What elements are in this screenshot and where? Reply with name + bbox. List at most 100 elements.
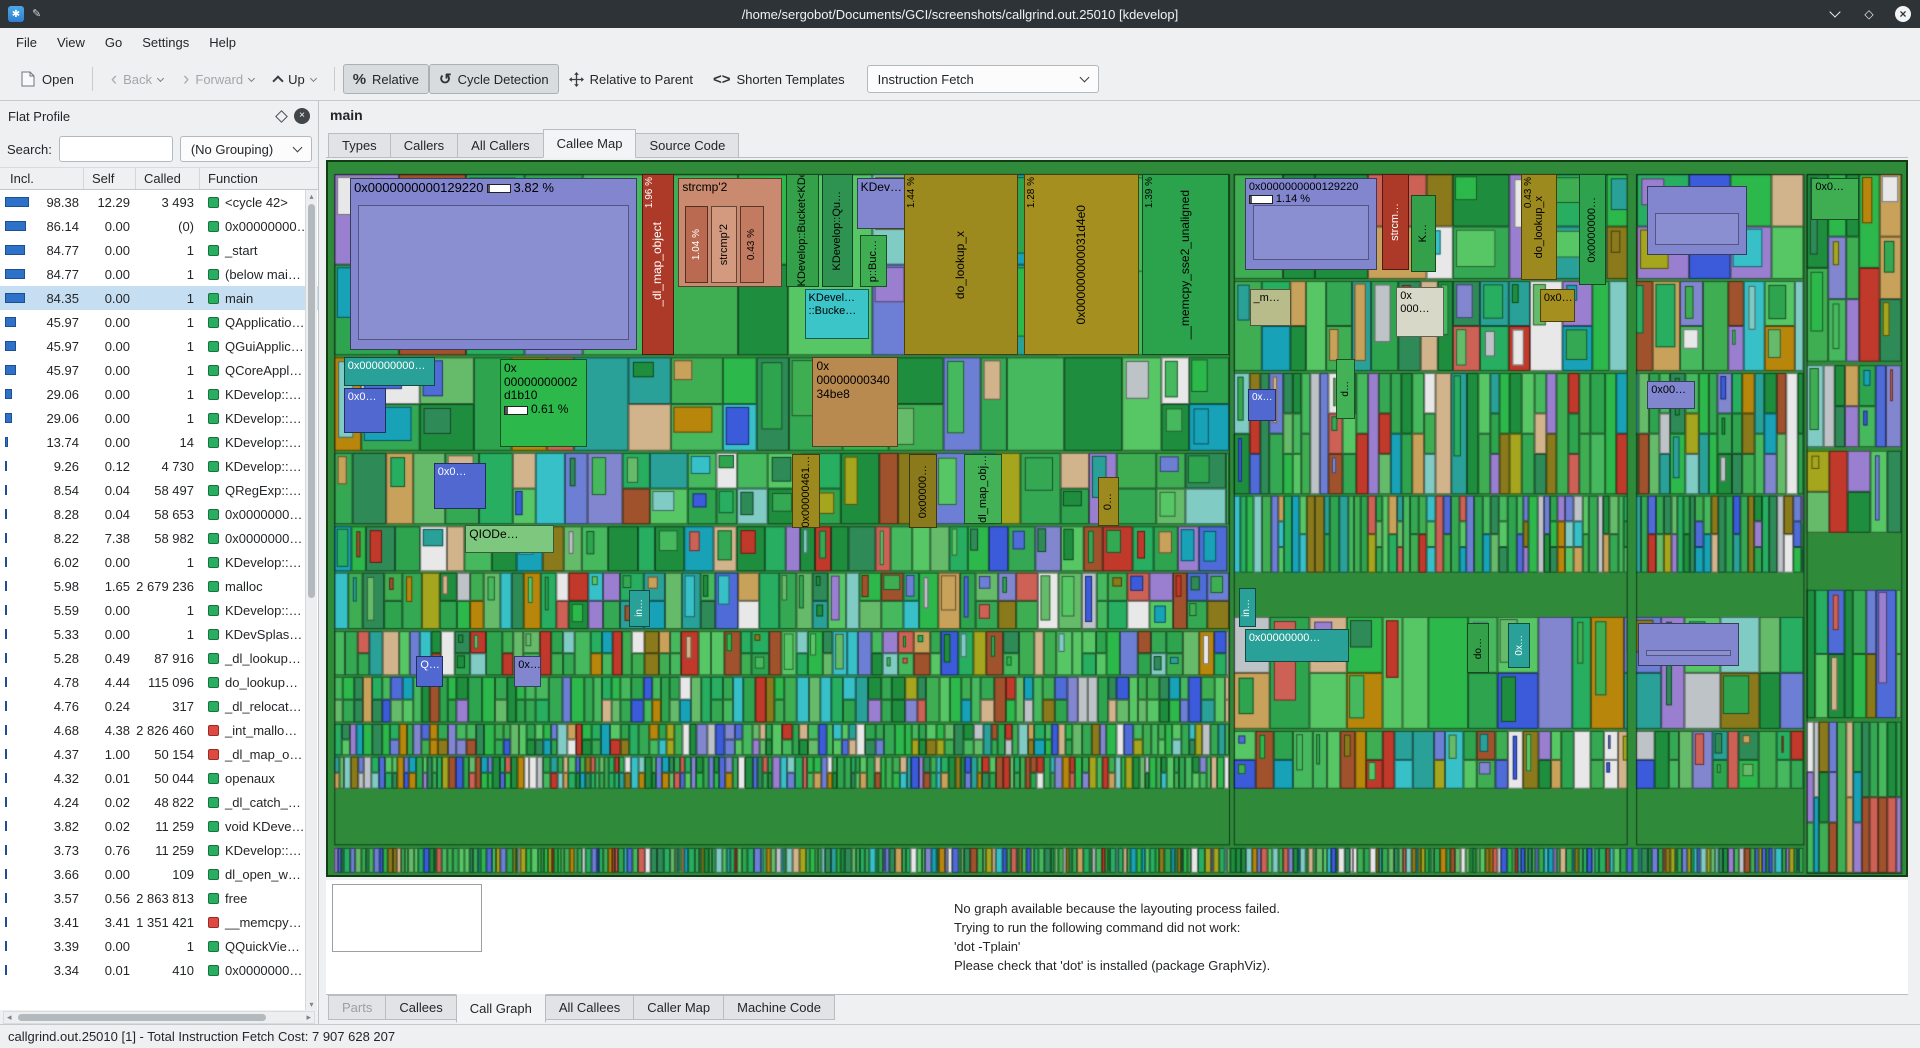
table-row[interactable]: 98.3812.293 493<cycle 42> (0, 190, 318, 214)
search-input[interactable] (59, 136, 173, 162)
callee-map-block[interactable]: _m… (1250, 289, 1291, 326)
table-row[interactable]: 3.340.014100x0000000… (0, 958, 318, 982)
callee-map-block[interactable]: KDevelop::Bucket<KDevel… (786, 174, 819, 287)
cycle-detection-toggle[interactable]: ↺ Cycle Detection (429, 64, 559, 94)
callee-map-block[interactable]: dl_map_obj… (964, 454, 1002, 524)
vertical-scrollbar-handle[interactable] (308, 204, 315, 598)
callee-map[interactable]: 0x00000000001292203.82 %1.96 %_dl_map_ob… (326, 160, 1908, 877)
callee-map-block[interactable]: 0x0… (1540, 289, 1575, 322)
callee-map-block[interactable]: 0.43 %do_lookup_x (1521, 174, 1557, 280)
table-row[interactable]: 84.350.001main (0, 286, 318, 310)
callee-map-block[interactable]: in… (1239, 588, 1256, 627)
menu-go[interactable]: Go (95, 31, 132, 55)
table-row[interactable]: 5.981.652 679 236malloc (0, 574, 318, 598)
callee-map-block[interactable]: 0x… (1508, 623, 1530, 667)
table-row[interactable]: 4.240.0248 822_dl_catch_… (0, 790, 318, 814)
open-button[interactable]: Open (10, 64, 84, 94)
relative-to-parent-toggle[interactable]: Relative to Parent (559, 64, 703, 94)
graph-overview-box[interactable] (332, 884, 482, 952)
table-row[interactable]: 5.280.4987 916_dl_lookup… (0, 646, 318, 670)
callee-map-block[interactable]: 0x… (1248, 389, 1276, 420)
table-row[interactable]: 4.784.44115 096do_lookup… (0, 670, 318, 694)
close-button[interactable]: × (1894, 5, 1912, 23)
horizontal-scrollbar-handle[interactable] (18, 1014, 266, 1021)
callee-map-block[interactable]: QIODe… (465, 525, 553, 553)
minimize-button[interactable] (1826, 5, 1844, 23)
table-row[interactable]: 3.660.00109dl_open_w… (0, 862, 318, 886)
callee-map-block[interactable]: 0x00000000001292201.14 % (1245, 178, 1378, 271)
table-row[interactable]: 5.590.001KDevelop::… (0, 598, 318, 622)
callee-map-block[interactable] (1647, 186, 1746, 254)
table-row[interactable]: 8.280.0458 6530x0000000… (0, 502, 318, 526)
tab-all-callees[interactable]: All Callees (545, 995, 634, 1020)
callee-map-block[interactable]: 1.04 % (685, 206, 709, 283)
callee-map-block[interactable]: 0… (1098, 477, 1119, 525)
table-row[interactable]: 8.540.0458 497QRegExp::… (0, 478, 318, 502)
dock-close-icon[interactable]: × (294, 108, 310, 124)
tab-callers[interactable]: Callers (390, 133, 458, 158)
callee-map-block[interactable]: 0x0000000… (1579, 174, 1606, 285)
horizontal-scrollbar[interactable]: ◂ ▸ (3, 1011, 315, 1024)
table-row[interactable]: 29.060.001KDevelop::… (0, 382, 318, 406)
callee-map-block[interactable]: 0x00… (1647, 381, 1694, 409)
callee-map-block[interactable]: 0x00000461… (792, 454, 820, 528)
callee-map-block[interactable]: 0x… (514, 656, 541, 687)
table-row[interactable]: 3.730.7611 259KDevelop::… (0, 838, 318, 862)
callee-map-block[interactable]: KDevel…::Bucke… (805, 289, 870, 339)
table-row[interactable]: 4.371.0050 154_dl_map_o… (0, 742, 318, 766)
up-button[interactable]: Up (264, 64, 326, 94)
callee-map-block[interactable]: 0x00000… (909, 454, 937, 528)
callee-map-block[interactable]: K… (1411, 195, 1436, 272)
column-header-self[interactable]: Self (84, 168, 136, 189)
tab-types[interactable]: Types (328, 133, 391, 158)
callee-map-block[interactable]: 0.43 % (740, 206, 764, 283)
scroll-left-icon[interactable]: ◂ (7, 1012, 12, 1023)
scroll-right-icon[interactable]: ▸ (306, 1012, 311, 1023)
scroll-down-icon[interactable]: ▾ (309, 998, 313, 1010)
relative-toggle[interactable]: % Relative (343, 64, 429, 94)
float-dock-icon[interactable] (275, 110, 288, 123)
tab-callee-map[interactable]: Callee Map (543, 129, 637, 158)
menu-help[interactable]: Help (199, 31, 246, 55)
back-button[interactable]: ‹ Back (101, 64, 173, 94)
callee-map-block[interactable]: in… (629, 590, 650, 627)
table-row[interactable]: 3.390.001QQuickVie… (0, 934, 318, 958)
callee-map-block[interactable]: d… (1336, 359, 1355, 419)
table-row[interactable]: 9.260.124 730KDevelop::… (0, 454, 318, 478)
table-row[interactable]: 84.770.001(below mai… (0, 262, 318, 286)
callee-map-block[interactable]: KDev… (857, 178, 907, 229)
callee-map-block[interactable]: 1.39 %__memcpy_sse2_unaligned (1142, 174, 1229, 355)
table-row[interactable]: 4.684.382 826 460_int_mallo… (0, 718, 318, 742)
table-row[interactable]: 3.570.562 863 813free (0, 886, 318, 910)
tab-caller-map[interactable]: Caller Map (633, 995, 724, 1020)
callee-map-block[interactable]: 0x000000000… (344, 357, 436, 386)
column-header-incl[interactable]: Incl. (0, 168, 84, 189)
tab-all-callers[interactable]: All Callers (457, 133, 544, 158)
callee-map-block[interactable]: strcm… (1382, 174, 1409, 270)
table-row[interactable]: 29.060.001KDevelop::… (0, 406, 318, 430)
callee-map-block[interactable]: 0x0… (1811, 178, 1858, 221)
scroll-up-icon[interactable]: ▴ (309, 190, 313, 202)
table-row[interactable]: 6.020.001KDevelop::… (0, 550, 318, 574)
tab-parts[interactable]: Parts (328, 995, 386, 1020)
callee-map-block[interactable]: 1.44 %do_lookup_x (904, 174, 1018, 355)
callee-map-block[interactable]: strcmp'2 (711, 206, 736, 283)
tab-machine-code[interactable]: Machine Code (723, 995, 835, 1020)
table-row[interactable]: 8.227.3858 9820x0000000… (0, 526, 318, 550)
callee-map-block[interactable]: 0x00000000… (1245, 629, 1349, 662)
callee-map-block[interactable] (1638, 623, 1739, 666)
table-row[interactable]: 4.760.24317_dl_relocat… (0, 694, 318, 718)
tab-call-graph[interactable]: Call Graph (456, 994, 546, 1023)
shorten-templates-toggle[interactable]: <> Shorten Templates (703, 64, 855, 94)
callee-map-block[interactable]: 0x0000000034034be8 (812, 357, 897, 447)
menu-file[interactable]: File (6, 31, 47, 55)
callee-map-block[interactable]: 0x00000000002d1b100.61 % (500, 359, 587, 447)
table-row[interactable]: 45.970.001QCoreAppl… (0, 358, 318, 382)
callee-map-block[interactable]: 1.28 %0x000000000031d4e0 (1024, 174, 1139, 355)
maximize-button[interactable]: ◇ (1860, 5, 1878, 23)
callee-map-block[interactable]: 0x00000000001292203.82 % (350, 178, 637, 351)
forward-button[interactable]: › Forward (173, 64, 264, 94)
callee-map-block[interactable]: p::Buc… (860, 235, 887, 288)
event-type-combobox[interactable]: Instruction Fetch (867, 65, 1099, 93)
menu-settings[interactable]: Settings (132, 31, 199, 55)
